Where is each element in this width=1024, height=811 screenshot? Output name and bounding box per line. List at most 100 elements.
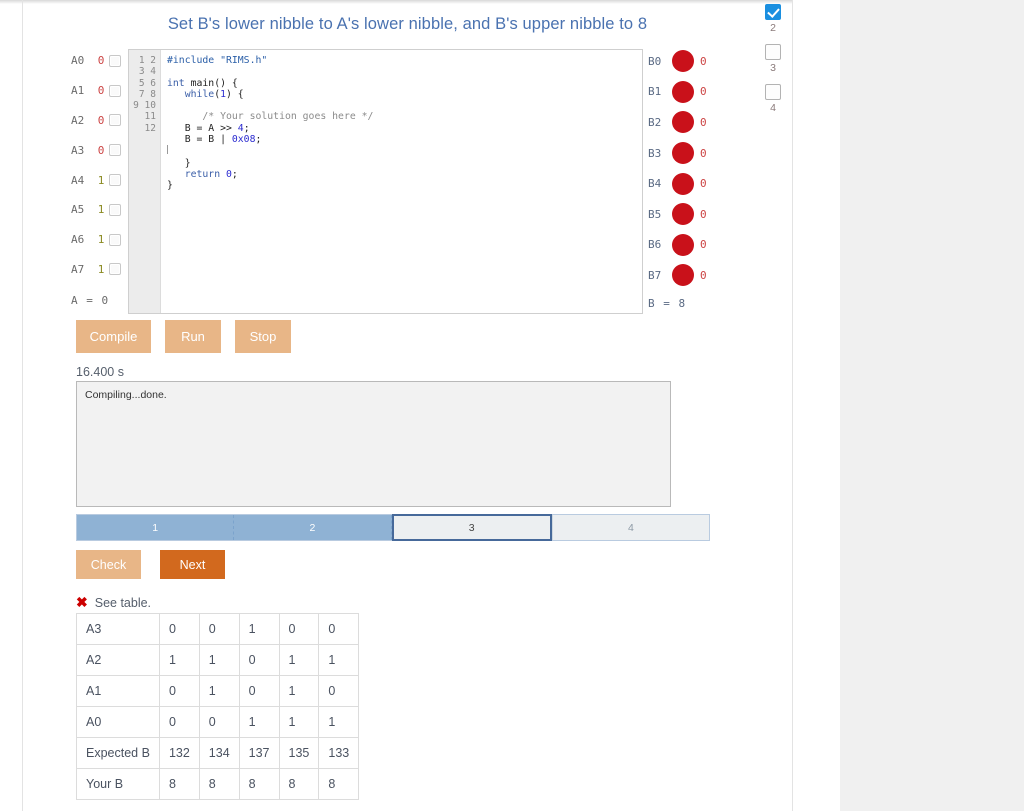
b-bit-led-icon [672,264,694,287]
row-header: Expected B [76,737,160,769]
b-bit-value: 0 [700,238,707,252]
b-bit-value: 0 [700,146,707,160]
a-bit-value: 1 [97,262,105,276]
editor-line-numbers: 1 2 3 4 5 6 7 8 9 10 11 12 [129,50,161,313]
table-row: Expected B 132 134 137 135 133 [76,737,360,769]
table-cell: 135 [278,737,320,769]
table-cell: 1 [238,613,280,645]
right-gray-pane [840,0,1024,811]
a-bit-checkbox[interactable] [109,233,121,246]
table-cell: 0 [318,613,360,645]
table-cell: 8 [198,768,240,800]
editor-code-area[interactable]: #include "RIMS.h" int main() { while(1) … [161,50,642,313]
a-bit-checkbox[interactable] [109,174,121,187]
table-cell: 133 [318,737,360,769]
b-bit-row: B7 0 [648,260,768,291]
simulation-timer: 16.400 s [76,365,124,379]
check-button[interactable]: Check [76,550,141,579]
sidebar-checkbox-3[interactable] [765,84,781,100]
b-register-panel: B0 0 B1 0 B2 0 B3 0 B4 0 B5 0 B6 0 B7 0 … [648,46,768,310]
b-bit-led-icon [672,203,694,226]
row-header: A3 [76,613,160,645]
a-bit-value: 0 [97,113,105,127]
b-bit-led-icon [672,111,694,134]
run-button[interactable]: Run [165,320,221,353]
sidebar-progress: 2 3 4 [760,4,786,124]
table-cell: 137 [238,737,280,769]
compile-button[interactable]: Compile [76,320,151,353]
a-bit-value: 0 [97,143,105,157]
b-bit-label: B5 [648,207,662,221]
a-bit-label: A4 [71,173,85,187]
next-button[interactable]: Next [160,550,225,579]
b-bit-led-icon [672,233,694,256]
table-cell: 134 [198,737,240,769]
a-bit-checkbox[interactable] [109,203,121,216]
table-cell: 0 [318,675,360,707]
table-cell: 0 [158,613,200,645]
b-bit-label: B0 [648,54,662,68]
b-bit-value: 0 [700,54,707,68]
table-cell: 0 [158,706,200,738]
table-cell: 1 [158,644,200,676]
b-bit-row: B5 0 [648,199,768,230]
sidebar-number-3: 3 [770,62,776,74]
a-bit-value: 1 [97,233,105,247]
b-bit-value: 0 [700,85,707,99]
step-3[interactable]: 3 [391,514,552,541]
b-bit-led-icon [672,142,694,165]
table-cell: 1 [278,644,320,676]
sidebar-checkbox-1[interactable] [765,4,781,20]
a-bit-label: A6 [71,233,85,247]
b-bit-row: B1 0 [648,77,768,108]
table-cell: 8 [278,768,320,800]
row-header: A2 [76,644,160,676]
table-cell: 8 [318,768,360,800]
a-bit-checkbox[interactable] [109,54,121,67]
b-bit-led-icon [672,80,694,103]
a-bit-checkbox[interactable] [109,263,121,276]
simulation-toolbar: Compile Run Stop [76,320,291,353]
b-bit-label: B3 [648,146,662,160]
a-bit-checkbox[interactable] [109,84,121,97]
a-bit-label: A2 [71,113,85,127]
table-cell: 1 [198,675,240,707]
table-cell: 0 [238,675,280,707]
table-cell: 0 [158,675,200,707]
right-divider [792,0,793,811]
b-bit-led-icon [672,50,694,73]
code-editor[interactable]: 1 2 3 4 5 6 7 8 9 10 11 12 #include "RIM… [128,49,643,314]
step-progress-bar: 1 2 3 4 [76,514,710,541]
b-bit-label: B1 [648,85,662,99]
sidebar-number-4: 4 [770,102,776,114]
step-2[interactable]: 2 [234,515,392,540]
table-cell: 0 [198,706,240,738]
b-bit-value: 0 [700,207,707,221]
step-1[interactable]: 1 [77,515,235,540]
sidebar-checkbox-2[interactable] [765,44,781,60]
verdict-text: See table. [94,595,152,610]
b-bit-value: 0 [700,177,707,191]
table-row: A0 0 0 1 1 1 [76,706,360,738]
b-bit-label: B2 [648,115,662,129]
table-row: Your B 8 8 8 8 8 [76,768,360,800]
a-bit-value: 0 [97,84,105,98]
simulator-row: A0 0 A1 0 A2 0 A3 0 A4 1 A5 1 A6 1 A7 1 … [23,46,792,315]
x-mark-icon: ✖ [76,594,88,610]
a-bit-checkbox[interactable] [109,144,121,157]
a-bit-label: A1 [71,84,85,98]
page-title: Set B's lower nibble to A's lower nibble… [167,15,648,33]
row-header: Your B [76,768,160,800]
table-cell: 1 [318,706,360,738]
a-bit-checkbox[interactable] [109,114,121,127]
table-cell: 1 [318,644,360,676]
stop-button[interactable]: Stop [235,320,291,353]
a-bit-value: 1 [97,173,105,187]
table-cell: 132 [158,737,200,769]
sidebar-number-2: 2 [770,22,776,34]
b-bit-row: B3 0 [648,138,768,169]
table-row: A3 0 0 1 0 0 [76,613,360,645]
row-header: A1 [76,675,160,707]
b-bit-label: B6 [648,238,662,252]
step-4[interactable]: 4 [551,515,709,540]
